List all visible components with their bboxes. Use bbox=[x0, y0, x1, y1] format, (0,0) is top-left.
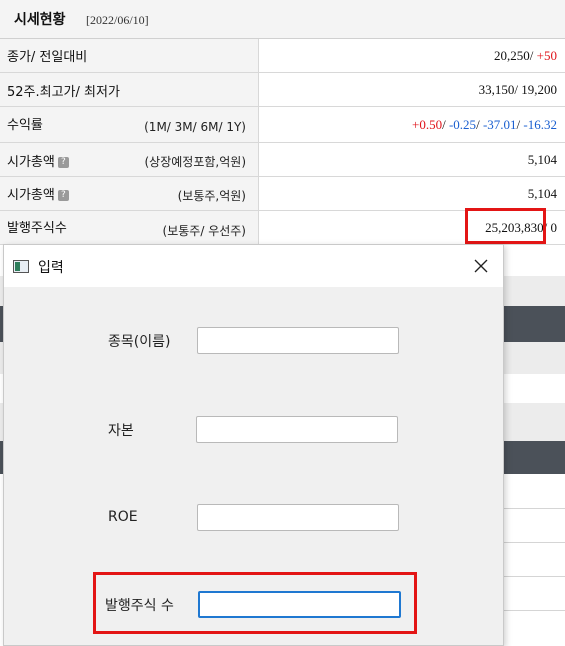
row-52week: 52주.최고가/ 최저가 33,150/ 19,200 bbox=[0, 73, 565, 107]
returns-values: +0.50/ -0.25/ -37.01/ -16.32 bbox=[412, 117, 557, 132]
row-label: 시가총액? bbox=[7, 184, 69, 203]
row-sub-label: (보통주,억원) bbox=[177, 189, 246, 203]
highlight-box-shares-input bbox=[93, 572, 417, 634]
row-value: 5,104 bbox=[527, 186, 557, 201]
background-divider bbox=[500, 610, 565, 611]
capital-input[interactable] bbox=[196, 416, 398, 443]
table-date: [2022/06/10] bbox=[86, 13, 149, 27]
row-market-cap-total: 시가총액? (상장예정포함,억원) 5,104 bbox=[0, 143, 565, 177]
close-icon bbox=[474, 259, 488, 273]
row-label: 종가/ 전일대비 bbox=[7, 50, 88, 65]
close-button[interactable] bbox=[470, 255, 492, 277]
background-divider bbox=[500, 542, 565, 543]
row-label: 52주.최고가/ 최저가 bbox=[7, 85, 120, 100]
row-value: 20,250/ +50 bbox=[494, 48, 557, 63]
row-value: 5,104 bbox=[527, 152, 557, 167]
row-sub-label: (보통주/ 우선주) bbox=[162, 224, 246, 238]
background-divider bbox=[500, 508, 565, 509]
app-window-icon bbox=[13, 260, 29, 273]
stock-name-label: 종목(이름) bbox=[108, 334, 171, 350]
return-1y: -16.32 bbox=[523, 117, 557, 132]
row-label: 시가총액? bbox=[7, 151, 69, 170]
highlight-box-shares-value bbox=[465, 208, 546, 244]
capital-label: 자본 bbox=[108, 423, 134, 439]
table-title: 시세현황 bbox=[14, 12, 66, 28]
help-icon[interactable]: ? bbox=[57, 190, 69, 201]
help-icon[interactable]: ? bbox=[57, 157, 69, 168]
stock-table-header: 시세현황 [2022/06/10] bbox=[0, 0, 565, 39]
row-sub-label: (상장예정포함,억원) bbox=[144, 155, 247, 169]
roe-label: ROE bbox=[108, 509, 138, 525]
dialog-titlebar[interactable]: 입력 bbox=[4, 245, 503, 287]
row-market-cap-common: 시가총액? (보통주,억원) 5,104 bbox=[0, 177, 565, 211]
return-6m: -37.01 bbox=[482, 117, 517, 132]
stock-name-input[interactable] bbox=[197, 327, 399, 354]
row-sub-label: (1M/ 3M/ 6M/ 1Y) bbox=[144, 120, 246, 134]
background-divider bbox=[500, 576, 565, 577]
roe-input[interactable] bbox=[197, 504, 399, 531]
price-change: +50 bbox=[536, 48, 557, 63]
row-label: 발행주식수 bbox=[7, 221, 67, 236]
return-1m: +0.50 bbox=[412, 117, 443, 132]
dialog-title: 입력 bbox=[38, 260, 64, 276]
row-value: 33,150/ 19,200 bbox=[478, 82, 557, 97]
return-3m: -0.25 bbox=[448, 117, 477, 132]
row-returns: 수익률 (1M/ 3M/ 6M/ 1Y) +0.50/ -0.25/ -37.0… bbox=[0, 107, 565, 143]
row-close-price: 종가/ 전일대비 20,250/ +50 bbox=[0, 39, 565, 73]
row-label: 수익률 bbox=[7, 118, 43, 133]
